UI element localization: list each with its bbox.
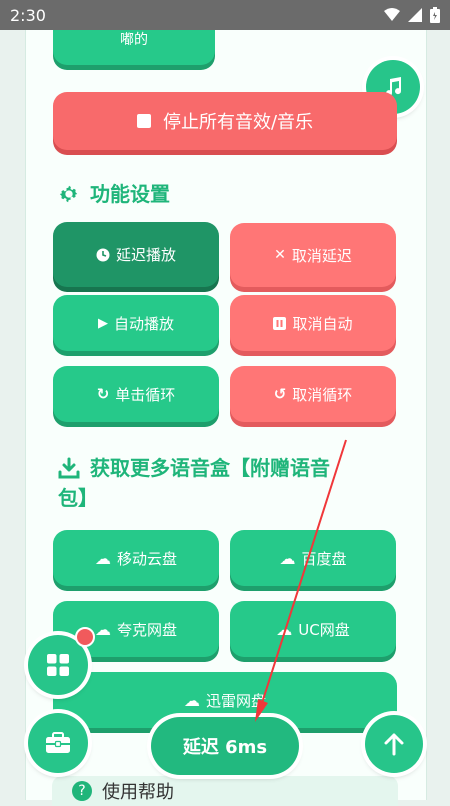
more-voice-title-line1: 获取更多语音盒【附赠语音 <box>90 456 330 480</box>
auto-play-label: 自动播放 <box>113 314 174 333</box>
more-voice-heading: 获取更多语音盒【附赠语音 包】 <box>58 453 398 513</box>
gear-icon <box>59 185 78 203</box>
uc-pan-label: UC网盘 <box>298 620 350 639</box>
pause-icon <box>273 316 287 330</box>
status-time: 2:30 <box>10 5 46 25</box>
clock-icon <box>96 248 110 261</box>
cancel-loop-button[interactable]: ↺ 取消循环 <box>230 366 396 422</box>
signal-icon <box>408 8 422 22</box>
uc-pan-button[interactable]: ☁ UC网盘 <box>230 601 396 657</box>
x-icon: ✕ <box>274 247 286 263</box>
cancel-delay-label: 取消延迟 <box>291 246 352 265</box>
scroll-top-fab-button[interactable] <box>365 715 423 773</box>
delay-status-label: 延迟 6ms <box>182 737 268 758</box>
stop-all-label: 停止所有音效/音乐 <box>162 112 314 133</box>
grid-icon <box>47 654 69 676</box>
function-settings-title: 功能设置 <box>90 182 170 206</box>
toolbox-fab-button[interactable] <box>28 713 88 773</box>
mobile-cloud-label: 移动云盘 <box>116 549 177 568</box>
status-bar: 2:30 <box>0 0 450 30</box>
cloud-icon: ☁ <box>94 619 111 639</box>
delay-status-pill[interactable]: 延迟 6ms <box>151 717 299 775</box>
help-section[interactable]: ? 使用帮助 <box>52 776 398 806</box>
click-loop-button[interactable]: ↻ 单击循环 <box>53 366 219 422</box>
download-icon <box>58 457 80 479</box>
more-voice-title-line2: 包】 <box>58 486 98 510</box>
cancel-auto-button[interactable]: 取消自动 <box>230 295 396 351</box>
battery-icon <box>430 7 440 23</box>
undo-icon: ↺ <box>273 385 287 403</box>
arrow-up-icon <box>384 733 404 756</box>
cloud-icon: ☁ <box>94 548 111 568</box>
stop-all-button[interactable]: 停止所有音效/音乐 <box>53 92 397 150</box>
status-icons <box>384 7 440 23</box>
auto-play-button[interactable]: ▶ 自动播放 <box>53 295 219 351</box>
redo-icon: ↻ <box>96 385 110 403</box>
baidu-pan-label: 百度盘 <box>301 549 347 568</box>
cloud-icon: ☁ <box>183 690 200 710</box>
quark-pan-label: 夸克网盘 <box>116 620 177 639</box>
xunlei-pan-label: 迅雷网盘 <box>205 691 266 710</box>
function-settings-heading: 功能设置 <box>58 179 170 209</box>
stop-square-icon <box>136 114 151 128</box>
notification-dot <box>75 627 95 647</box>
cloud-icon: ☁ <box>279 548 296 568</box>
cancel-loop-label: 取消循环 <box>292 385 353 404</box>
cloud-icon: ☁ <box>276 619 293 639</box>
question-icon: ? <box>72 781 92 801</box>
play-icon: ▶ <box>97 315 108 331</box>
cancel-auto-label: 取消自动 <box>292 314 353 333</box>
top-sound-label: 嘟的 <box>120 32 148 48</box>
delay-play-button[interactable]: 延迟播放 <box>53 222 219 287</box>
toolbox-icon <box>46 732 70 753</box>
click-loop-label: 单击循环 <box>115 385 176 404</box>
delay-play-label: 延迟播放 <box>115 246 176 264</box>
baidu-pan-button[interactable]: ☁ 百度盘 <box>230 530 396 586</box>
mobile-cloud-button[interactable]: ☁ 移动云盘 <box>53 530 219 586</box>
cancel-delay-button[interactable]: ✕ 取消延迟 <box>230 223 396 287</box>
help-title: 使用帮助 <box>102 782 174 803</box>
wifi-icon <box>384 8 400 21</box>
